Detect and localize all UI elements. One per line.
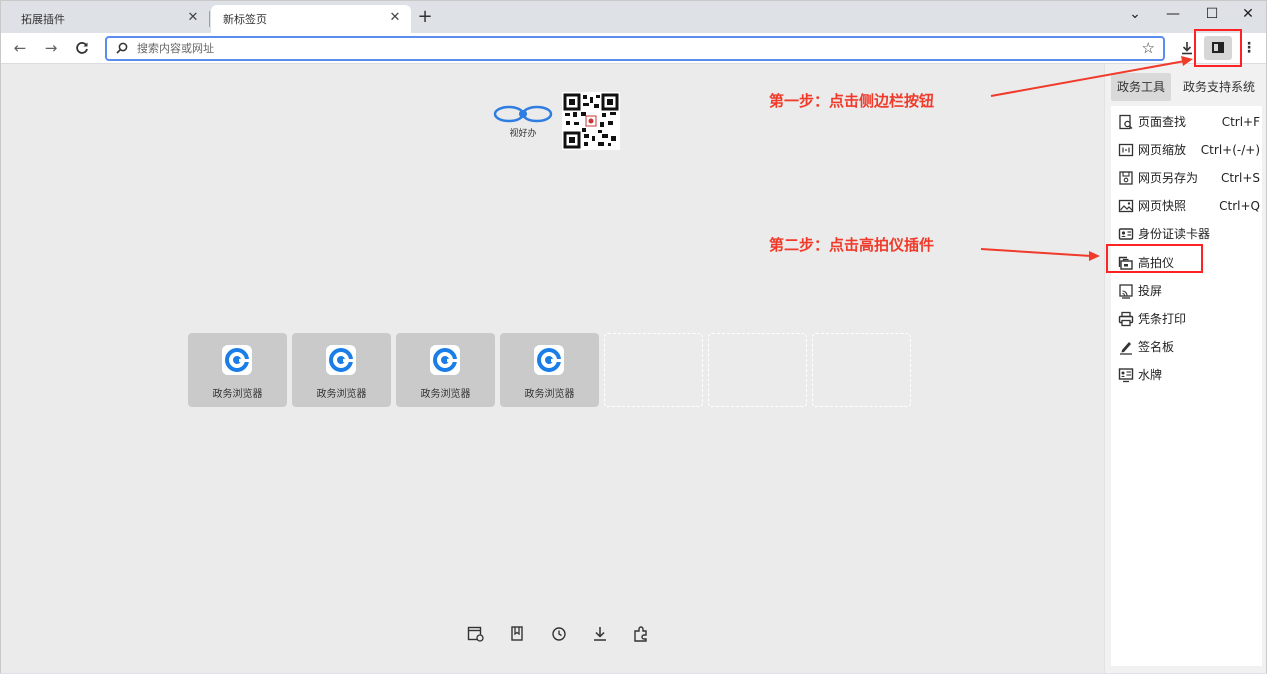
close-icon[interactable]: ✕ — [185, 10, 201, 26]
sidebar-tool-item[interactable]: 水牌 — [1111, 361, 1262, 389]
speed-dial-tile[interactable]: 政务浏览器 — [292, 333, 391, 407]
sidebar-tool-item[interactable]: 凭条打印 — [1111, 305, 1262, 333]
signboard-icon — [1118, 368, 1134, 383]
snapshot-icon — [1118, 200, 1134, 213]
minimize-button[interactable]: — — [1155, 3, 1191, 25]
shortcut-hint: Ctrl+(-/+) — [1200, 143, 1260, 158]
highlight-sidebar-button — [1194, 29, 1242, 67]
highlight-scanner-item — [1106, 244, 1203, 273]
download-icon[interactable] — [591, 625, 609, 643]
sidebar-tool-label: 页面查找 — [1138, 115, 1187, 129]
infinity-logo-icon — [493, 105, 553, 123]
save-as-icon — [1119, 171, 1133, 185]
forward-button[interactable]: → — [40, 37, 62, 59]
page-find-icon — [1119, 114, 1133, 130]
sidebar-tool-label: 水牌 — [1138, 367, 1163, 382]
signature-icon — [1120, 341, 1132, 355]
new-tab-button[interactable]: + — [415, 7, 435, 27]
bookmark-star-icon[interactable]: ☆ — [1142, 39, 1155, 57]
sidebar-panel: 政务工具 政务支持系统 页面查找 Ctrl+F 网页缩放 Ctrl+(-/+) 网页另存… — [1104, 64, 1266, 673]
shortcut-hint: Ctrl+F — [1221, 115, 1260, 129]
tab-divider — [209, 11, 210, 27]
printer-icon — [1118, 311, 1134, 326]
browser-logo-icon — [534, 345, 564, 375]
zoom-icon — [1118, 143, 1134, 157]
reload-button[interactable] — [71, 37, 93, 59]
address-placeholder: 搜索内容或网址 — [137, 42, 214, 55]
reload-icon — [76, 42, 88, 54]
annotation-step-1: 第一步：点击侧边栏按钮 — [769, 92, 935, 110]
back-button[interactable]: ← — [9, 37, 31, 59]
speed-dial-empty-slot[interactable] — [604, 333, 703, 407]
address-bar[interactable]: 搜索内容或网址 ☆ — [105, 36, 1165, 61]
collapse-icon[interactable]: ⌄ — [1117, 3, 1153, 25]
extensions-icon[interactable] — [632, 625, 650, 643]
sidebar-tool-item[interactable]: 签名板 — [1111, 333, 1262, 361]
sidebar-tool-item[interactable]: 页面查找 Ctrl+F — [1111, 108, 1262, 136]
speed-dial-label: 政务浏览器 — [316, 389, 367, 400]
speed-dial-empty-slot[interactable] — [708, 333, 807, 407]
maximize-button[interactable]: ☐ — [1194, 3, 1230, 25]
sidebar-tool-item[interactable]: 网页另存为 Ctrl+S — [1111, 164, 1262, 192]
sidebar-tool-item[interactable]: 网页缩放 Ctrl+(-/+) — [1111, 136, 1262, 164]
history-icon[interactable] — [550, 625, 568, 643]
sidebar-tool-label: 凭条打印 — [1138, 311, 1187, 326]
shortcut-hint: Ctrl+Q — [1219, 199, 1260, 214]
sidebar-tool-label: 网页另存为 — [1138, 171, 1199, 186]
logo-text: 视好办 — [509, 129, 537, 139]
browser-logo-icon — [222, 345, 252, 375]
close-icon[interactable]: ✕ — [387, 10, 403, 26]
sidebar-tool-item[interactable]: 网页快照 Ctrl+Q — [1111, 192, 1262, 220]
tab-extensions[interactable]: 拓展插件 ✕ — [9, 5, 209, 33]
annotation-step-2: 第二步：点击高拍仪插件 — [769, 236, 935, 254]
speed-dial-tile[interactable]: 政务浏览器 — [396, 333, 495, 407]
download-icon — [1182, 42, 1192, 55]
close-window-button[interactable]: ✕ — [1230, 3, 1266, 25]
qr-code-image — [562, 92, 620, 150]
new-tab-page: 视好办 政务浏览器 政务浏览器 政务浏览器 政务浏览器 — [1, 64, 1104, 673]
id-card-icon — [1118, 228, 1134, 241]
shihaoban-logo: 视好办 — [491, 102, 555, 142]
speed-dial-tile[interactable]: 政务浏览器 — [188, 333, 287, 407]
speed-dial-tile[interactable]: 政务浏览器 — [500, 333, 599, 407]
speed-dial-label: 政务浏览器 — [420, 389, 471, 400]
speed-dial-label: 政务浏览器 — [212, 389, 263, 400]
browser-logo-icon — [430, 345, 460, 375]
bookmarks-icon[interactable] — [509, 625, 527, 643]
sidebar-tool-label: 网页快照 — [1138, 199, 1187, 214]
cast-icon — [1119, 283, 1133, 299]
sidebar-tool-list: 页面查找 Ctrl+F 网页缩放 Ctrl+(-/+) 网页另存为 Ctrl+S 网页快照 C… — [1111, 106, 1262, 666]
browser-logo-icon — [326, 345, 356, 375]
sidebar-tool-label: 网页缩放 — [1138, 143, 1187, 158]
tab-bar: 拓展插件 ✕ 新标签页 ✕ + ⌄ — ☐ ✕ — [1, 1, 1266, 33]
tab-settings-icon[interactable] — [467, 625, 485, 643]
search-icon — [116, 42, 128, 54]
sidebar-tab-gov-tools[interactable]: 政务工具 — [1111, 73, 1171, 101]
browser-window: 拓展插件 ✕ 新标签页 ✕ + ⌄ — ☐ ✕ ← → 搜索内容或网址 ☆ ⋮ … — [0, 0, 1267, 673]
tab-new-tab[interactable]: 新标签页 ✕ — [211, 5, 411, 33]
shortcut-hint: Ctrl+S — [1220, 171, 1260, 186]
sidebar-tool-item[interactable]: 投屏 — [1111, 277, 1262, 305]
sidebar-tool-label: 投屏 — [1138, 283, 1163, 298]
sidebar-tab-gov-support[interactable]: 政务支持系统 — [1177, 73, 1261, 101]
speed-dial-label: 政务浏览器 — [524, 389, 575, 400]
sidebar-tool-label: 身份证读卡器 — [1138, 227, 1211, 242]
tab-title: 新标签页 — [223, 13, 267, 26]
tab-title: 拓展插件 — [21, 13, 65, 26]
sidebar-tool-label: 签名板 — [1138, 339, 1175, 354]
speed-dial-empty-slot[interactable] — [812, 333, 911, 407]
toolbar: ← → 搜索内容或网址 ☆ ⋮ — [1, 33, 1266, 64]
